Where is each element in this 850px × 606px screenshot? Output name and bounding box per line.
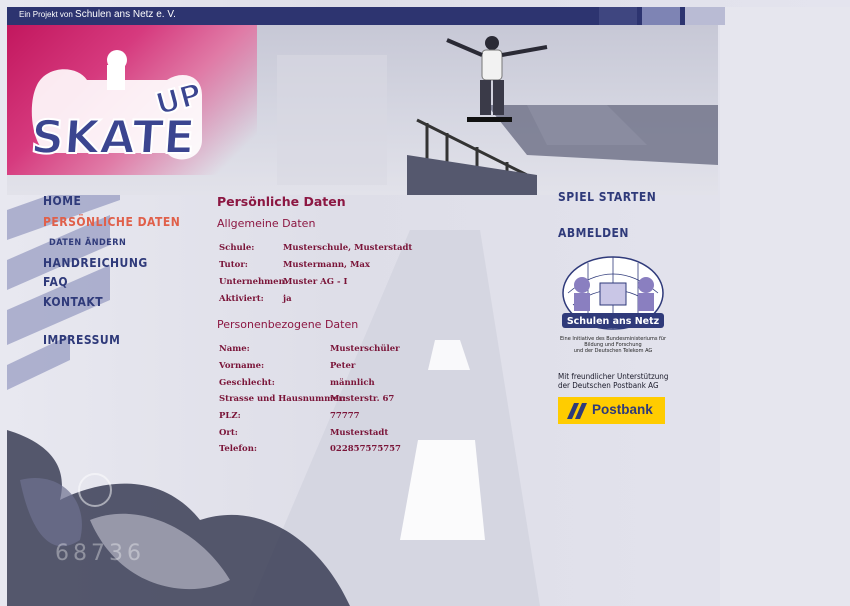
san-caption: Eine Initiative des Bundesministeriums f…: [555, 336, 671, 354]
skate-up-logo[interactable]: SKATE UP: [28, 50, 207, 165]
personal-label: Name:: [219, 344, 250, 354]
page: 68736 Ein Projekt von Schulen ans Netz e…: [0, 0, 850, 606]
nav-faq[interactable]: FAQ: [43, 275, 68, 289]
personal-label: PLZ:: [219, 411, 241, 421]
general-heading: Allgemeine Daten: [217, 217, 316, 230]
general-label: Aktiviert:: [219, 294, 264, 304]
general-value: Musterschule, Musterstadt: [283, 243, 413, 253]
personal-label: Geschlecht:: [219, 378, 275, 388]
nav-daten-aendern[interactable]: DATEN ÄNDERN: [49, 238, 126, 248]
general-value: ja: [283, 294, 292, 304]
general-label: Tutor:: [219, 260, 248, 270]
nav-persoenliche-daten[interactable]: PERSÖNLICHE DATEN: [43, 215, 180, 229]
postbank-logo[interactable]: Postbank: [558, 397, 665, 424]
general-label: Schule:: [219, 243, 255, 253]
personal-label: Strasse und Hausnummer:: [219, 394, 347, 404]
top-bar: Ein Projekt von Schulen ans Netz e. V.: [7, 7, 725, 25]
personal-label: Vorname:: [219, 361, 265, 371]
postbank-icon: [567, 403, 587, 419]
personal-value: Musterschüler: [330, 344, 400, 354]
header-illustration: SKATE UP: [28, 36, 718, 195]
personal-value: Musterstr. 67: [330, 394, 395, 404]
personal-value: männlich: [330, 378, 375, 388]
personal-heading: Personenbezogene Daten: [217, 318, 359, 331]
san-logo-text: Schulen ans Netz: [567, 316, 660, 327]
top-bar-org-link[interactable]: Schulen ans Netz e. V.: [75, 9, 176, 20]
header-banner: SKATE UP: [7, 25, 718, 195]
top-bar-text: Ein Projekt von Schulen ans Netz e. V.: [19, 9, 176, 20]
general-label: Unternehmen:: [219, 277, 288, 287]
personal-value: Musterstadt: [330, 428, 389, 438]
nav-handreichung[interactable]: HANDREICHUNG: [43, 256, 148, 270]
page-title: Persönliche Daten: [217, 194, 346, 209]
personal-value: 022857575757: [330, 444, 401, 454]
personal-value: 77777: [330, 411, 360, 421]
support-text: Mit freundlicher Unterstützung der Deuts…: [558, 372, 668, 390]
personal-value: Peter: [330, 361, 356, 371]
personal-label: Ort:: [219, 428, 238, 438]
general-value: Mustermann, Max: [283, 260, 370, 270]
nav-kontakt[interactable]: KONTAKT: [43, 295, 103, 309]
nav-impressum[interactable]: IMPRESSUM: [43, 333, 120, 347]
abmelden-link[interactable]: ABMELDEN: [558, 226, 629, 240]
nav-home[interactable]: HOME: [43, 194, 81, 208]
support-line: der Deutschen Postbank AG: [558, 381, 659, 390]
decor-number: 68736: [55, 541, 145, 566]
top-bar-prefix: Ein Projekt von: [19, 10, 73, 19]
general-value: Muster AG - I: [283, 277, 348, 287]
san-caption-line: und der Deutschen Telekom AG: [573, 348, 653, 354]
support-line: Mit freundlicher Unterstützung: [558, 372, 669, 381]
postbank-text: Postbank: [592, 402, 653, 417]
personal-label: Telefon:: [219, 444, 258, 454]
spiel-starten-link[interactable]: SPIEL STARTEN: [558, 190, 656, 204]
schulen-ans-netz-logo[interactable]: Schulen ans Netz: [558, 255, 668, 335]
